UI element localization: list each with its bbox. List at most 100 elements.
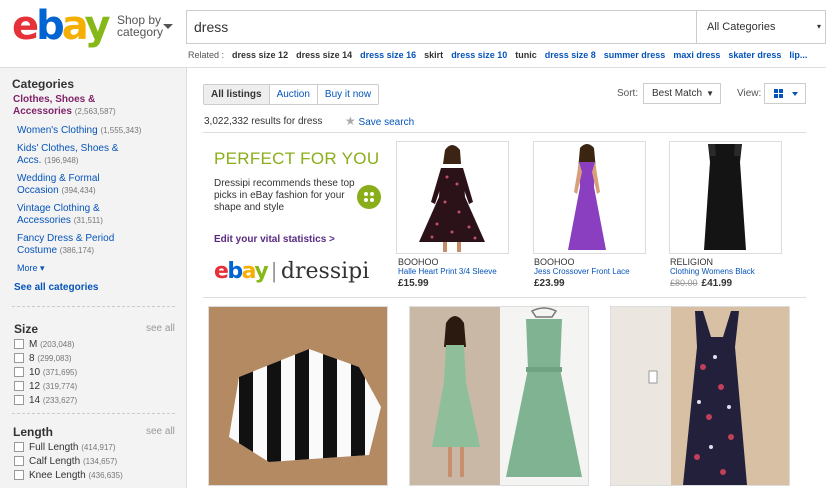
tab-buy-it-now[interactable]: Buy it now — [316, 85, 378, 104]
sidebar-item-label: Fancy Dress & Period — [17, 233, 115, 244]
promo-text: Dressipi recommends these top picks in e… — [214, 178, 355, 213]
floral-dress-image — [611, 307, 789, 485]
related-label: Related : — [188, 50, 225, 60]
partner-name: dressipi — [280, 259, 370, 284]
listing-image[interactable] — [409, 306, 589, 486]
dressipi-dots-icon[interactable] — [357, 185, 381, 209]
see-all-categories-link[interactable]: See all categories — [14, 282, 99, 294]
save-search-label: Save search — [358, 117, 415, 128]
category-select[interactable]: All Categories ▾ — [696, 11, 826, 43]
save-search-button[interactable]: ★ Save search — [345, 114, 414, 128]
divider — [203, 132, 806, 133]
checkbox[interactable] — [14, 395, 24, 406]
checkbox[interactable] — [14, 470, 24, 481]
size-label: 10 — [29, 367, 41, 378]
sort-value: Best Match — [652, 88, 703, 99]
related-link[interactable]: skater dress — [728, 50, 781, 60]
related-link[interactable]: dress size 14 — [296, 50, 352, 60]
related-link[interactable]: dress size 10 — [451, 50, 507, 60]
size-heading: Size — [14, 322, 39, 336]
related-searches: Related : dress size 12 dress size 14 dress… — [188, 50, 807, 60]
item-count: (203,048) — [40, 340, 75, 349]
listing-image[interactable] — [610, 306, 790, 486]
size-option[interactable]: 8 (299,083) — [14, 352, 72, 366]
chevron-down-icon: ▼ — [706, 89, 714, 98]
related-link[interactable]: dress size 12 — [232, 50, 288, 60]
checkbox[interactable] — [14, 381, 24, 392]
size-option[interactable]: 10 (371,695) — [14, 366, 77, 380]
chevron-down-icon[interactable] — [163, 24, 173, 29]
item-count: (319,774) — [42, 382, 78, 391]
ebay-dressipi-logo: ebay | dressipi — [214, 258, 370, 284]
product-title-link[interactable]: Halle Heart Print 3/4 Sleeve — [398, 267, 497, 276]
checkbox[interactable] — [14, 339, 24, 350]
size-see-all-link[interactable]: see all — [146, 323, 175, 334]
dress-image — [534, 142, 645, 253]
item-count: (1,555,343) — [100, 126, 142, 135]
size-label: M — [29, 339, 38, 350]
product-brand: BOOHOO — [398, 257, 439, 267]
size-option[interactable]: 12 (319,774) — [14, 380, 77, 394]
product-image[interactable] — [533, 141, 646, 254]
categories-heading: Categories — [12, 77, 75, 91]
checkbox[interactable] — [14, 367, 24, 378]
product-brand: BOOHOO — [534, 257, 575, 267]
sidebar-item-active-category[interactable]: Clothes, Shoes & Accessories (2,563,587) — [13, 94, 116, 118]
product-title-link[interactable]: Clothing Womens Black — [670, 267, 755, 276]
green-dress-image — [410, 307, 588, 485]
product-price: £15.99 — [398, 278, 429, 289]
size-label: 14 — [29, 395, 41, 406]
product-title-link[interactable]: Jess Crossover Front Lace — [534, 267, 630, 276]
checkbox[interactable] — [14, 442, 24, 453]
product-price-block: £80.00 £41.99 — [670, 278, 732, 289]
length-option[interactable]: Calf Length (134,657) — [14, 455, 117, 469]
ebay-logo[interactable]: ebay — [12, 6, 111, 46]
related-link[interactable]: skirt — [424, 50, 443, 60]
length-option[interactable]: Knee Length (436,635) — [14, 469, 123, 483]
sort-label: Sort: — [617, 88, 639, 99]
listing-image[interactable] — [208, 306, 388, 486]
length-option[interactable]: Full Length (414,917) — [14, 441, 116, 455]
sort-select[interactable]: Best Match ▼ — [643, 83, 721, 104]
related-link[interactable]: maxi dress — [673, 50, 720, 60]
grid-view-icon — [774, 89, 798, 98]
size-option[interactable]: M (203,048) — [14, 338, 74, 352]
star-icon: ★ — [345, 114, 356, 128]
results-count: 3,022,332 results for dress — [204, 116, 323, 127]
sidebar-item-label: Occasion — [17, 185, 59, 196]
checkbox[interactable] — [14, 456, 24, 467]
search-input[interactable] — [187, 11, 697, 43]
promo-headline: PERFECT FOR YOU — [214, 149, 380, 168]
sidebar-item-wedding-formal[interactable]: Wedding & Formal Occasion (394,434) — [17, 173, 100, 197]
sidebar-item-kids-clothes[interactable]: Kids' Clothes, Shoes & Accs. (196,948) — [17, 143, 118, 167]
category-select-value: All Categories — [707, 21, 776, 33]
checkbox[interactable] — [14, 353, 24, 364]
shop-by-category-button[interactable]: Shop by category — [117, 14, 163, 38]
chevron-down-icon: ▾ — [40, 263, 45, 273]
product-image[interactable] — [396, 141, 509, 254]
related-link[interactable]: tunic — [515, 50, 537, 60]
related-link[interactable]: lip... — [789, 50, 807, 60]
tab-auction[interactable]: Auction — [268, 85, 317, 104]
item-count: (134,657) — [82, 457, 118, 466]
divider — [12, 306, 175, 307]
view-select[interactable] — [764, 83, 806, 104]
size-option[interactable]: 14 (233,627) — [14, 394, 77, 408]
chevron-down-icon: ▾ — [816, 22, 821, 31]
sidebar-item-womens-clothing[interactable]: Women's Clothing (1,555,343) — [17, 125, 141, 137]
search-bar: All Categories ▾ — [186, 10, 826, 44]
view-label: View: — [737, 88, 762, 99]
sidebar-item-fancy-dress[interactable]: Fancy Dress & Period Costume (386,174) — [17, 233, 114, 257]
length-see-all-link[interactable]: see all — [146, 426, 175, 437]
related-link[interactable]: dress size 16 — [360, 50, 416, 60]
item-count: (371,695) — [42, 368, 78, 377]
more-categories-button[interactable]: More ▾ — [17, 262, 45, 274]
sidebar-item-label: Vintage Clothing & — [17, 203, 100, 214]
sidebar-item-vintage-clothing[interactable]: Vintage Clothing & Accessories (31,511) — [17, 203, 103, 227]
related-link[interactable]: summer dress — [604, 50, 666, 60]
tab-all-listings[interactable]: All listings — [204, 85, 269, 104]
size-label: 12 — [29, 381, 41, 392]
edit-vital-statistics-link[interactable]: Edit your vital statistics > — [214, 234, 335, 245]
related-link[interactable]: dress size 8 — [545, 50, 596, 60]
product-image[interactable] — [669, 141, 782, 254]
